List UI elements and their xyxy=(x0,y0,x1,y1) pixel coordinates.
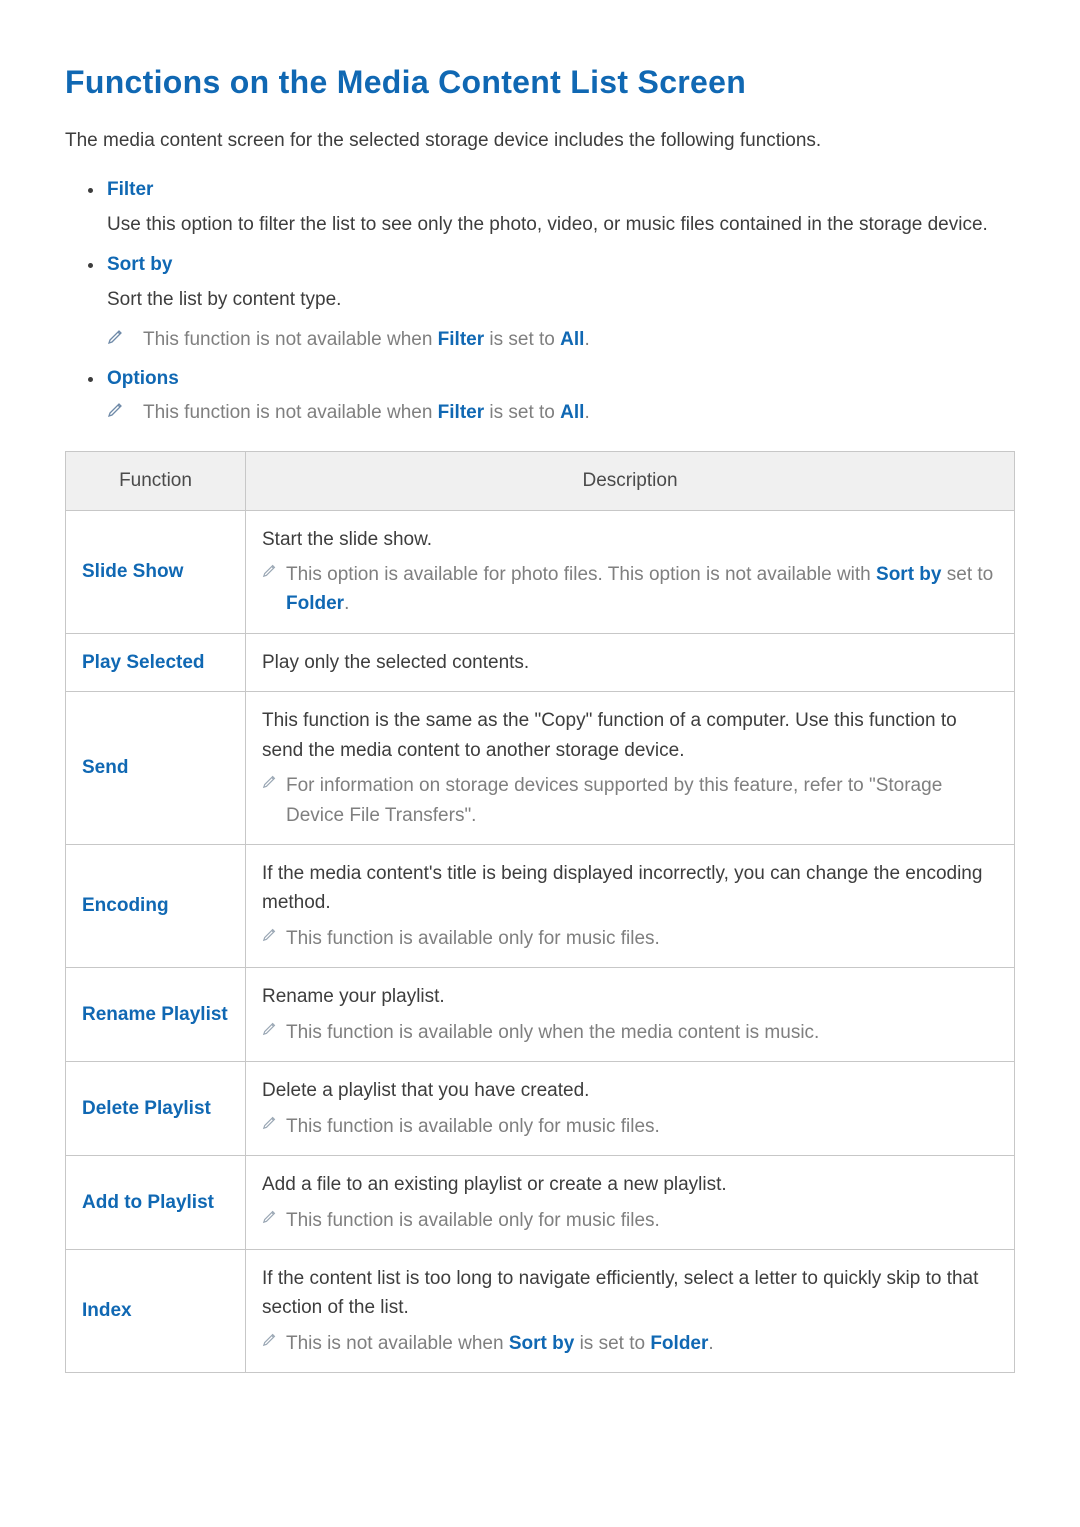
function-name: Delete Playlist xyxy=(66,1062,246,1156)
pencil-icon xyxy=(262,1020,278,1036)
note-text: set to xyxy=(941,564,993,585)
note-text: This is not available when xyxy=(286,1333,509,1354)
item-desc: Sort the list by content type. xyxy=(107,285,1015,314)
function-description: Rename your playlist. This function is av… xyxy=(246,968,1015,1062)
desc-note: This is not available when Sort by is se… xyxy=(262,1329,998,1358)
item-name: Options xyxy=(107,368,179,389)
note-keyword: Sort by xyxy=(876,564,941,585)
function-description: This function is the same as the "Copy" … xyxy=(246,692,1015,845)
list-item: Filter Use this option to filter the lis… xyxy=(105,175,1015,240)
table-row: Rename Playlist Rename your playlist. This… xyxy=(66,968,1015,1062)
note-text: For information on storage devices suppo… xyxy=(286,775,942,825)
desc-text: Play only the selected contents. xyxy=(262,648,998,677)
page-title: Functions on the Media Content List Scre… xyxy=(65,58,1015,108)
note-keyword: All xyxy=(560,329,584,350)
note-text: This option is available for photo files… xyxy=(286,564,876,585)
pencil-icon xyxy=(262,1208,278,1224)
table-row: Delete PlaylistDelete a playlist that yo… xyxy=(66,1062,1015,1156)
desc-note: This function is available only for musi… xyxy=(262,1112,998,1141)
note-text: This function is available only when the… xyxy=(286,1022,819,1043)
note-keyword: Folder xyxy=(650,1333,708,1354)
note-text: . xyxy=(584,402,589,423)
item-name: Filter xyxy=(107,179,153,200)
table-row: Index If the content list is too long to … xyxy=(66,1249,1015,1372)
note-text: This function is not available when xyxy=(143,402,438,423)
pencil-icon xyxy=(107,400,125,418)
function-name: Index xyxy=(66,1249,246,1372)
item-note: This function is not available when Filt… xyxy=(107,398,1015,427)
pencil-icon xyxy=(262,562,278,578)
function-name: Slide Show xyxy=(66,510,246,633)
pencil-icon xyxy=(262,1331,278,1347)
desc-text: This function is the same as the "Copy" … xyxy=(262,706,998,765)
note-text: is set to xyxy=(574,1333,650,1354)
note-text: This function is not available when xyxy=(143,329,438,350)
note-text: is set to xyxy=(484,329,560,350)
item-desc: Use this option to filter the list to se… xyxy=(107,210,1015,239)
function-name: Rename Playlist xyxy=(66,968,246,1062)
note-keyword: Sort by xyxy=(509,1333,574,1354)
desc-note: This function is available only for musi… xyxy=(262,1206,998,1235)
table-row: Send This function is the same as the "Co… xyxy=(66,692,1015,845)
function-name: Send xyxy=(66,692,246,845)
function-name: Encoding xyxy=(66,845,246,968)
table-row: Slide Show Start the slide show. This opti… xyxy=(66,510,1015,633)
list-item: Options This function is not available w… xyxy=(105,364,1015,427)
table-row: Encoding If the media content's title is … xyxy=(66,845,1015,968)
note-keyword: Filter xyxy=(438,402,484,423)
intro-text: The media content screen for the selecte… xyxy=(65,126,1015,155)
note-text: . xyxy=(344,593,349,614)
desc-text: Start the slide show. xyxy=(262,525,998,554)
note-text: This function is available only for musi… xyxy=(286,1116,660,1137)
function-name: Add to Playlist xyxy=(66,1156,246,1250)
note-text: . xyxy=(584,329,589,350)
desc-text: If the media content's title is being di… xyxy=(262,859,998,918)
item-name: Sort by xyxy=(107,254,172,275)
function-name: Play Selected xyxy=(66,633,246,691)
desc-note: This option is available for photo files… xyxy=(262,560,998,619)
list-item: Sort by Sort the list by content type. T… xyxy=(105,250,1015,354)
function-description: Start the slide show. This option is avai… xyxy=(246,510,1015,633)
note-text: . xyxy=(708,1333,713,1354)
col-function: Function xyxy=(66,452,246,510)
function-description: Delete a playlist that you have created.… xyxy=(246,1062,1015,1156)
note-text: is set to xyxy=(484,402,560,423)
desc-text: Rename your playlist. xyxy=(262,982,998,1011)
function-description: If the media content's title is being di… xyxy=(246,845,1015,968)
table-row: Play Selected Play only the selected cont… xyxy=(66,633,1015,691)
note-text: This function is available only for musi… xyxy=(286,928,660,949)
desc-note: For information on storage devices suppo… xyxy=(262,771,998,830)
desc-note: This function is available only for musi… xyxy=(262,924,998,953)
item-note: This function is not available when Filt… xyxy=(107,325,1015,354)
pencil-icon xyxy=(262,1114,278,1130)
pencil-icon xyxy=(107,327,125,345)
function-description: Add a file to an existing playlist or cr… xyxy=(246,1156,1015,1250)
note-text: This function is available only for musi… xyxy=(286,1210,660,1231)
note-keyword: All xyxy=(560,402,584,423)
table-row: Add to Playlist Add a file to an existing… xyxy=(66,1156,1015,1250)
function-description: Play only the selected contents. xyxy=(246,633,1015,691)
desc-note: This function is available only when the… xyxy=(262,1018,998,1047)
pencil-icon xyxy=(262,926,278,942)
pencil-icon xyxy=(262,773,278,789)
note-keyword: Folder xyxy=(286,593,344,614)
desc-text: Delete a playlist that you have created. xyxy=(262,1076,998,1105)
col-description: Description xyxy=(246,452,1015,510)
function-description: If the content list is too long to navig… xyxy=(246,1249,1015,1372)
feature-list: Filter Use this option to filter the lis… xyxy=(65,175,1015,427)
note-keyword: Filter xyxy=(438,329,484,350)
functions-table: Function Description Slide ShowStart the… xyxy=(65,451,1015,1373)
desc-text: If the content list is too long to navig… xyxy=(262,1264,998,1323)
desc-text: Add a file to an existing playlist or cr… xyxy=(262,1170,998,1199)
